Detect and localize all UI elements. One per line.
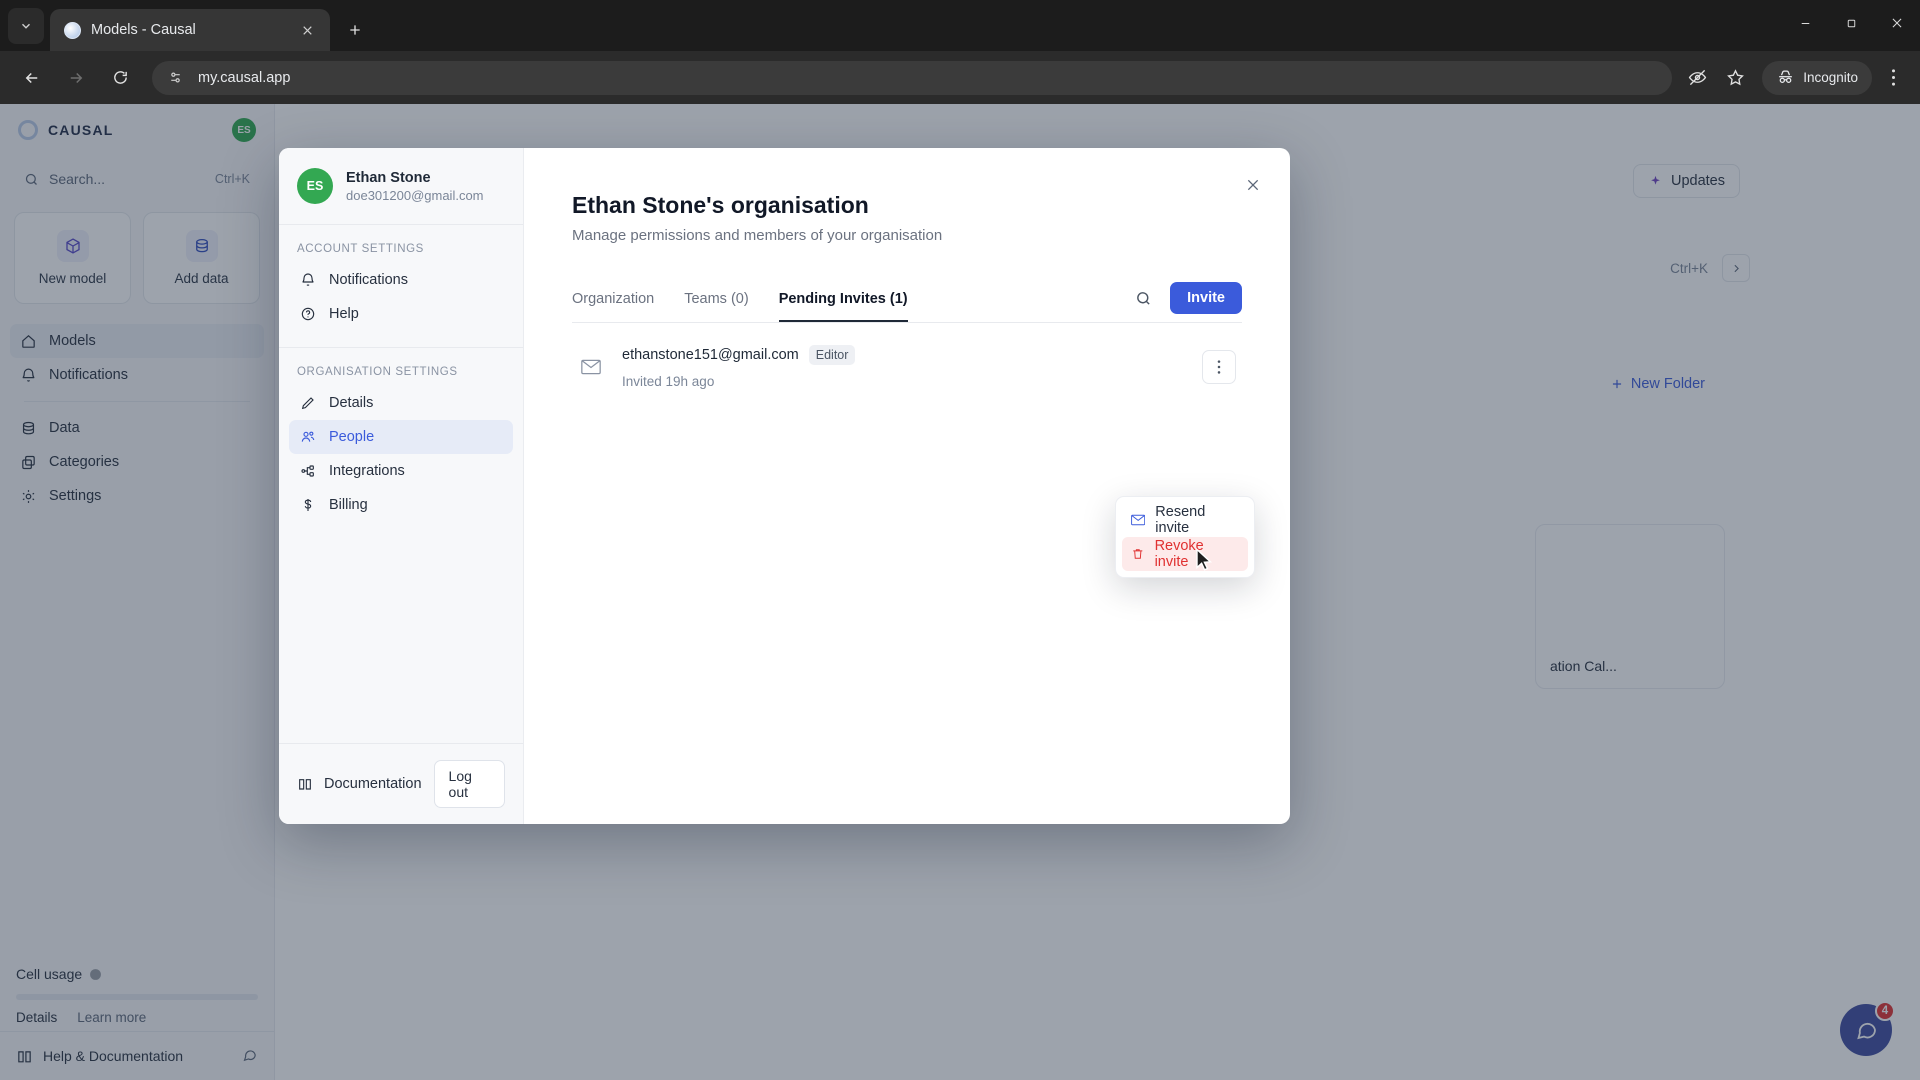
invite-button[interactable]: Invite [1170,282,1242,314]
close-icon [1247,179,1259,191]
maximize-button[interactable] [1828,0,1874,46]
envelope-icon [1131,514,1146,526]
modal-item-label: Details [329,395,374,411]
tab-pending-invites[interactable]: Pending Invites (1) [778,291,908,322]
browser-tab[interactable]: Models - Causal [50,9,330,51]
modal-user-email: doe301200@gmail.com [346,187,484,203]
window-controls [1782,0,1920,46]
modal-item-integrations[interactable]: Integrations [289,454,513,488]
new-tab-button[interactable] [342,17,368,43]
search-icon[interactable] [1135,290,1152,307]
invite-details: ethanstone151@gmail.com Editor Invited 1… [622,345,856,389]
organisation-settings-group-label: ORGANISATION SETTINGS [297,366,458,378]
toolbar-actions: Incognito [1680,60,1910,95]
tab-search-chevron-icon[interactable] [8,8,44,44]
modal-sidebar: ES Ethan Stone doe301200@gmail.com ACCOU… [279,148,524,824]
close-window-button[interactable] [1874,0,1920,46]
modal-avatar: ES [297,168,333,204]
logout-button[interactable]: Log out [433,760,505,808]
documentation-link[interactable]: Documentation [297,776,422,792]
modal-item-help[interactable]: Help [289,297,513,331]
envelope-icon [578,359,604,375]
url-text: my.causal.app [198,69,291,86]
dollar-icon [299,497,317,513]
modal-content: Ethan Stone's organisation Manage permis… [524,148,1290,824]
incognito-label: Incognito [1803,70,1858,85]
account-settings-group-label: ACCOUNT SETTINGS [297,243,424,255]
tab-strip: Models - Causal [0,0,1920,51]
pending-invite-row: ethanstone151@gmail.com Editor Invited 1… [572,323,1242,411]
documentation-label: Documentation [324,776,422,792]
minimize-button[interactable] [1782,0,1828,46]
modal-item-billing[interactable]: Billing [289,488,513,522]
modal-user-name: Ethan Stone [346,169,431,186]
invite-role-badge: Editor [808,345,856,365]
settings-modal: ES Ethan Stone doe301200@gmail.com ACCOU… [279,148,1290,824]
invite-timestamp: Invited 19h ago [622,374,715,389]
eye-off-icon[interactable] [1680,61,1714,95]
invite-email: ethanstone151@gmail.com [622,347,799,363]
resend-invite-menu-item[interactable]: Resend invite [1122,503,1248,537]
tab-title: Models - Causal [91,22,196,38]
modal-item-label: Billing [329,497,368,513]
tab-teams[interactable]: Teams (0) [684,291,748,322]
page-title: Ethan Stone's organisation [572,192,869,218]
modal-sidebar-footer: Documentation Log out [279,743,523,824]
modal-item-label: Help [329,306,359,322]
close-modal-button[interactable] [1238,170,1268,200]
invite-primary-line: ethanstone151@gmail.com Editor [622,345,856,365]
tab-organization[interactable]: Organization [572,291,654,322]
modal-item-label: People [329,429,375,445]
back-button-icon[interactable] [15,61,49,95]
site-settings-icon[interactable] [164,67,186,89]
address-bar[interactable]: my.causal.app [152,60,1673,95]
reload-button-icon[interactable] [103,61,137,95]
modal-item-people[interactable]: People [289,420,513,454]
incognito-indicator[interactable]: Incognito [1762,60,1872,95]
chrome-menu-icon[interactable] [1876,61,1910,95]
invite-more-options-button[interactable] [1202,350,1236,384]
tab-favicon-icon [64,21,81,39]
trash-icon [1133,549,1143,559]
bookmark-star-icon[interactable] [1718,61,1752,95]
browser-toolbar: my.causal.app Incognito [0,51,1920,104]
modal-item-label: Notifications [329,272,408,288]
tab-close-icon[interactable] [294,17,320,43]
incognito-icon [1779,70,1793,83]
modal-item-details[interactable]: Details [289,386,513,420]
modal-item-label: Integrations [329,463,405,479]
browser-window: Models - Causal my.causal.app Incognito … [0,0,1920,1080]
help-circle-icon [299,306,317,322]
revoke-invite-label: Revoke invite [1154,538,1204,570]
pencil-icon [299,395,317,411]
page-subtitle: Manage permissions and members of your o… [572,227,943,244]
modal-item-notifications[interactable]: Notifications [289,263,513,297]
book-icon [299,779,311,790]
tabs-actions: Invite [1135,282,1242,322]
revoke-invite-menu-item[interactable]: Revoke invite [1122,537,1248,571]
forward-button-icon [59,61,93,95]
people-icon [299,429,317,445]
modal-tabs: Organization Teams (0) Pending Invites (… [572,282,1242,323]
invite-context-menu: Resend invite Revoke invite [1115,496,1255,578]
nodes-icon [299,463,317,479]
modal-user-block: ES Ethan Stone doe301200@gmail.com [279,148,523,224]
bell-icon [299,272,317,288]
resend-invite-label: Resend invite [1155,504,1206,536]
kebab-menu-icon [1217,360,1221,374]
page-viewport: CAUSAL ES Search... Ctrl+K New model Add… [0,104,1920,1080]
